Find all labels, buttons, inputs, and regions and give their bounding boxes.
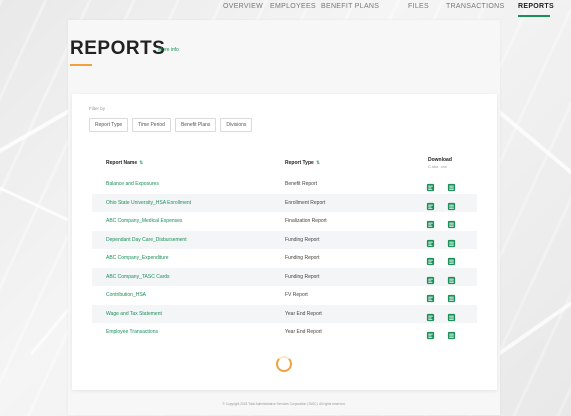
more-info-link[interactable]: More info: [158, 47, 179, 53]
filter-report-type-button[interactable]: Report Type: [89, 118, 129, 132]
nav-benefit-plans[interactable]: BENEFIT PLANS: [321, 3, 379, 10]
download-xls-icon[interactable]: [447, 309, 456, 321]
report-list: Balance and Exposures Benefit Report Ohio …: [92, 175, 477, 342]
table-row: Balance and Exposures Benefit Report: [92, 175, 477, 194]
download-xls-icon[interactable]: [447, 272, 456, 284]
report-type-cell: FV Report: [285, 292, 308, 298]
report-name-link[interactable]: Dependant Day Care_Disbursement: [106, 237, 187, 243]
report-name-link[interactable]: Contribution_HSA: [106, 292, 146, 298]
report-type-cell: Finalization Report: [285, 218, 327, 224]
top-navigation: OVERVIEW EMPLOYEES BENEFIT PLANS FILES T…: [0, 0, 571, 18]
download-xls-icon[interactable]: [447, 198, 456, 210]
nav-transactions[interactable]: TRANSACTIONS: [446, 3, 504, 10]
report-type-cell: Year End Report: [285, 310, 322, 317]
download-csv-icon[interactable]: [426, 272, 435, 284]
column-header-report-type[interactable]: Report Type ⇅: [285, 160, 320, 166]
page-header: REPORTS More info: [70, 38, 179, 60]
report-name-link[interactable]: ABC Company_Medical Expenses: [106, 218, 182, 224]
filter-by-label: Filter by: [89, 106, 106, 111]
download-xls-icon[interactable]: [447, 290, 456, 303]
reports-card: Filter by Report Type Time Period Benefi…: [72, 94, 497, 390]
report-name-link[interactable]: ABC Company_Expenditure: [106, 255, 169, 261]
download-format-hint: C.sfor .xxx: [428, 164, 447, 169]
filter-benefit-plans-button[interactable]: Benefit Plans: [174, 118, 217, 132]
table-row: Ohio State University_HSA Enrollment Enro…: [92, 193, 477, 212]
table-row: Employee Transactions Year End Report: [92, 323, 477, 342]
report-name-link[interactable]: ABC Company_TASC Cards: [106, 274, 170, 280]
table-header: Report Name ⇅ Report Type ⇅ Download C.sfo…: [106, 157, 476, 172]
title-underline: [70, 64, 92, 66]
table-row: Wage and Tax Statement Year End Report: [92, 304, 477, 323]
filter-divisions-button[interactable]: Divisions: [220, 118, 253, 132]
download-csv-icon[interactable]: [426, 216, 435, 229]
column-header-download: Download: [428, 157, 452, 163]
column-header-report-name[interactable]: Report Name ⇅: [106, 160, 143, 166]
download-xls-icon[interactable]: [447, 235, 456, 247]
download-csv-icon[interactable]: [426, 235, 435, 247]
download-csv-icon[interactable]: [426, 327, 435, 340]
report-name-link[interactable]: Ohio State University_HSA Enrollment: [106, 200, 191, 206]
report-type-cell: Year End Report: [285, 329, 322, 335]
nav-reports[interactable]: REPORTS: [518, 3, 554, 10]
download-xls-icon[interactable]: [447, 253, 456, 266]
download-xls-icon[interactable]: [447, 179, 456, 192]
report-name-link[interactable]: Wage and Tax Statement: [106, 311, 162, 317]
report-type-cell: Funding Report: [285, 273, 320, 280]
page-title: REPORTS: [70, 38, 166, 59]
filter-time-period-button[interactable]: Time Period: [132, 118, 171, 132]
download-csv-icon[interactable]: [426, 309, 435, 321]
sort-icon[interactable]: ⇅: [316, 160, 320, 166]
report-name-link[interactable]: Employee Transactions: [106, 329, 158, 335]
sort-icon[interactable]: ⇅: [139, 160, 143, 166]
loading-spinner: [276, 356, 292, 372]
download-csv-icon[interactable]: [426, 253, 435, 266]
report-type-cell: Benefit Report: [285, 181, 317, 187]
report-type-cell: Funding Report: [285, 236, 320, 243]
report-type-cell: Enrollment Report: [285, 199, 326, 206]
report-name-link[interactable]: Balance and Exposures: [106, 181, 159, 187]
download-csv-icon[interactable]: [426, 198, 435, 210]
download-xls-icon[interactable]: [447, 216, 456, 229]
nav-overview[interactable]: OVERVIEW: [223, 3, 263, 10]
download-xls-icon[interactable]: [447, 327, 456, 340]
footer-copyright: © Copyright 2018 Total Administrative Se…: [222, 402, 346, 406]
table-row: Dependant Day Care_Disbursement Funding R…: [92, 230, 477, 249]
table-row: ABC Company_TASC Cards Funding Report: [92, 267, 477, 286]
nav-employees[interactable]: EMPLOYEES: [270, 3, 316, 10]
nav-files[interactable]: FILES: [408, 3, 429, 10]
table-row: ABC Company_Expenditure Funding Report: [92, 249, 477, 268]
download-csv-icon[interactable]: [426, 179, 435, 192]
table-row: ABC Company_Medical Expenses Finalization…: [92, 212, 477, 231]
download-csv-icon[interactable]: [426, 290, 435, 303]
active-tab-indicator: [518, 15, 550, 17]
table-row: Contribution_HSA FV Report: [92, 286, 477, 305]
report-type-cell: Funding Report: [285, 255, 320, 261]
filter-bar: Report Type Time Period Benefit Plans Di…: [89, 118, 253, 132]
